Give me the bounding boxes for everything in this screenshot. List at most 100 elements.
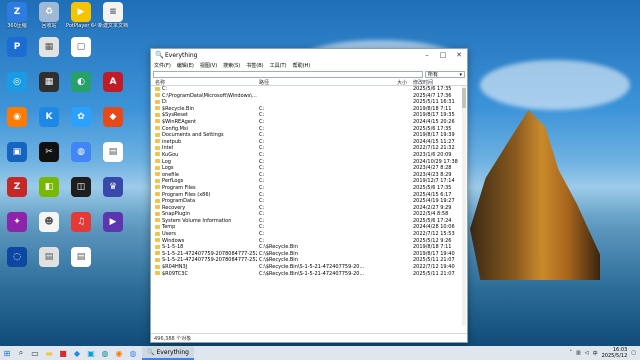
volume-icon[interactable]: ◁ <box>585 350 589 356</box>
row-name-cell: Recovery <box>151 205 257 212</box>
table-row[interactable]: D: 2025/5/11 16:31 <box>151 99 467 106</box>
column-size-header[interactable]: 大小 <box>387 79 409 86</box>
search-icon[interactable]: ⌕ <box>14 346 28 360</box>
table-row[interactable]: $WinREAgent C: 2024/4/15 20:26 <box>151 119 467 126</box>
desktop-icon[interactable]: ▤ <box>34 247 64 268</box>
table-row[interactable]: Program Files (x86) C: 2025/4/15 6:17 <box>151 192 467 199</box>
desktop-icon[interactable]: ♻ 回收站 <box>34 2 64 29</box>
table-row[interactable]: $R09TC3C C:\$Recycle.Bin\S-1-5-21-4724077… <box>151 271 467 278</box>
table-row[interactable]: onefile C: 2023/4/23 8:29 <box>151 172 467 179</box>
table-row[interactable]: Recovery C: 2024/2/27 9:29 <box>151 205 467 212</box>
desktop-icon[interactable]: ▦ <box>34 37 64 58</box>
row-date: 2025/5/6 17:24 <box>413 217 452 224</box>
row-size <box>387 198 409 205</box>
menu-bookmarks[interactable]: 书签(B) <box>246 62 263 69</box>
title-bar[interactable]: 🔍 Everything – □ ✕ <box>151 49 467 61</box>
filter-dropdown[interactable]: 所有 ▾ <box>425 71 465 78</box>
network-icon[interactable]: ▥ <box>576 350 581 356</box>
search-input[interactable] <box>153 71 423 78</box>
firefox-icon[interactable]: ◉ <box>112 346 126 360</box>
table-row[interactable]: Windows C: 2025/5/12 9:26 <box>151 238 467 245</box>
desktop-icon[interactable]: ≡新建文本文档 (2).txt <box>98 2 128 29</box>
table-row[interactable]: C:\ProgramData\Microsoft\Windows\... 2025… <box>151 93 467 100</box>
app-red-icon[interactable]: ■ <box>56 346 70 360</box>
desktop-icon[interactable]: ◉ <box>2 107 32 128</box>
column-name-header[interactable]: 名称 <box>151 79 257 86</box>
start-icon[interactable]: ⊞ <box>0 346 14 360</box>
desktop-icon[interactable]: ▶PotPlayer 64 bit <box>66 2 96 29</box>
minimize-icon[interactable]: – <box>419 49 435 61</box>
table-row[interactable]: S-1-5-21-472407759-2078084777-252... C:\$… <box>151 257 467 264</box>
maximize-icon[interactable]: □ <box>435 49 451 61</box>
column-path-header[interactable]: 路径 <box>257 79 387 86</box>
table-row[interactable]: Intel C: 2022/7/12 21:32 <box>151 145 467 152</box>
table-row[interactable]: C: 2025/5/6 17:35 <box>151 86 467 93</box>
edge-icon[interactable]: ◍ <box>98 346 112 360</box>
desktop-icon[interactable]: ◍ <box>66 142 96 163</box>
menu-file[interactable]: 文件(F) <box>154 62 171 69</box>
table-row[interactable]: ProgramData C: 2025/4/19 19:27 <box>151 198 467 205</box>
desktop-icon[interactable]: A <box>98 72 128 93</box>
scrollbar-thumb[interactable] <box>462 88 466 108</box>
table-row[interactable]: S-1-5-21-472407759-2078084777-252... C:\$… <box>151 251 467 258</box>
desktop-icon[interactable]: ☻ <box>34 212 64 233</box>
menu-edit[interactable]: 编辑(E) <box>177 62 194 69</box>
column-date-header[interactable]: 修改时间 <box>409 79 467 86</box>
menu-tools[interactable]: 工具(T) <box>270 62 287 69</box>
taskbar-app-everything[interactable]: 🔍 Everything <box>142 346 194 360</box>
folder-icon[interactable]: ▬ <box>42 346 56 360</box>
table-row[interactable]: KuGou C: 2023/1/6 20:09 <box>151 152 467 159</box>
table-row[interactable]: PerfLogs C: 2019/12/7 17:14 <box>151 178 467 185</box>
row-path: C: <box>259 211 265 218</box>
table-row[interactable]: SnapPlugin C: 2022/5/4 8:58 <box>151 211 467 218</box>
table-row[interactable]: $SysReset C: 2019/8/17 19:35 <box>151 112 467 119</box>
chrome-icon[interactable]: ◍ <box>126 346 140 360</box>
chevron-up-icon[interactable]: ˄ <box>570 350 573 356</box>
table-row[interactable]: Temp C: 2024/4/28 10:06 <box>151 224 467 231</box>
desktop-icon[interactable]: ✦ <box>2 212 32 233</box>
desktop-icon[interactable]: ✂ <box>34 142 64 163</box>
desktop-icon[interactable]: Z 360压缩 <box>2 2 32 29</box>
table-row[interactable]: System Volume Information C: 2025/5/6 17:2… <box>151 218 467 225</box>
table-row[interactable]: Program Files C: 2025/5/6 17:35 <box>151 185 467 192</box>
desktop-icon[interactable]: ▶ <box>98 212 128 233</box>
menu-search[interactable]: 搜索(S) <box>223 62 240 69</box>
desktop-icon[interactable]: ✿ <box>66 107 96 128</box>
table-row[interactable]: Config.Msi C: 2025/5/6 17:35 <box>151 126 467 133</box>
desktop-icon[interactable]: ◌ <box>2 247 32 268</box>
desktop-icon[interactable]: ◧ <box>34 177 64 198</box>
ime-indicator[interactable]: 中 <box>593 350 598 357</box>
desktop-icon[interactable]: K <box>34 107 64 128</box>
folder-icon <box>155 119 160 124</box>
desktop-icon[interactable]: ▤ <box>66 247 96 268</box>
desktop-icon[interactable]: ▢ <box>66 37 96 58</box>
table-row[interactable]: $R04HN3J C:\$Recycle.Bin\S-1-5-21-4724077… <box>151 264 467 271</box>
table-row[interactable]: Logs C: 2023/4/27 8:28 <box>151 165 467 172</box>
menu-help[interactable]: 帮助(H) <box>293 62 311 69</box>
desktop-icon[interactable]: ◫ <box>66 177 96 198</box>
clock[interactable]: 16:03 2025/5/12 <box>602 347 628 359</box>
table-row[interactable]: inetpub C: 2024/4/15 11:27 <box>151 139 467 146</box>
desktop-icon[interactable]: Z <box>2 177 32 198</box>
task-view-icon[interactable]: ▭ <box>28 346 42 360</box>
desktop-icon[interactable]: ◎ <box>2 72 32 93</box>
table-row[interactable]: Users C: 2022/7/12 15:53 <box>151 231 467 238</box>
desktop-icon[interactable]: ▤ <box>98 142 128 163</box>
desktop-icon[interactable]: ◐ <box>66 72 96 93</box>
app-blue-icon[interactable]: ◆ <box>70 346 84 360</box>
table-row[interactable]: S-1-5-18 C:\$Recycle.Bin 2019/8/18 7:11 <box>151 244 467 251</box>
close-icon[interactable]: ✕ <box>451 49 467 61</box>
vertical-scrollbar[interactable] <box>462 86 466 326</box>
desktop-icon[interactable]: ♛ <box>98 177 128 198</box>
desktop-icon[interactable]: ▣ <box>2 142 32 163</box>
desktop-icon[interactable]: ◆ <box>98 107 128 128</box>
app-tv-icon[interactable]: ▣ <box>84 346 98 360</box>
menu-view[interactable]: 视图(V) <box>200 62 217 69</box>
desktop-icon[interactable]: ♫ <box>66 212 96 233</box>
table-row[interactable]: Documents and Settings C: 2019/8/17 19:39 <box>151 132 467 139</box>
table-row[interactable]: $Recycle.Bin C: 2019/8/18 7:11 <box>151 106 467 113</box>
table-row[interactable]: Log C: 2024/10/29 17:38 <box>151 159 467 166</box>
desktop-icon[interactable]: P <box>2 37 32 58</box>
notification-icon[interactable]: ▢ <box>631 350 636 356</box>
desktop-icon[interactable]: ▦ <box>34 72 64 93</box>
